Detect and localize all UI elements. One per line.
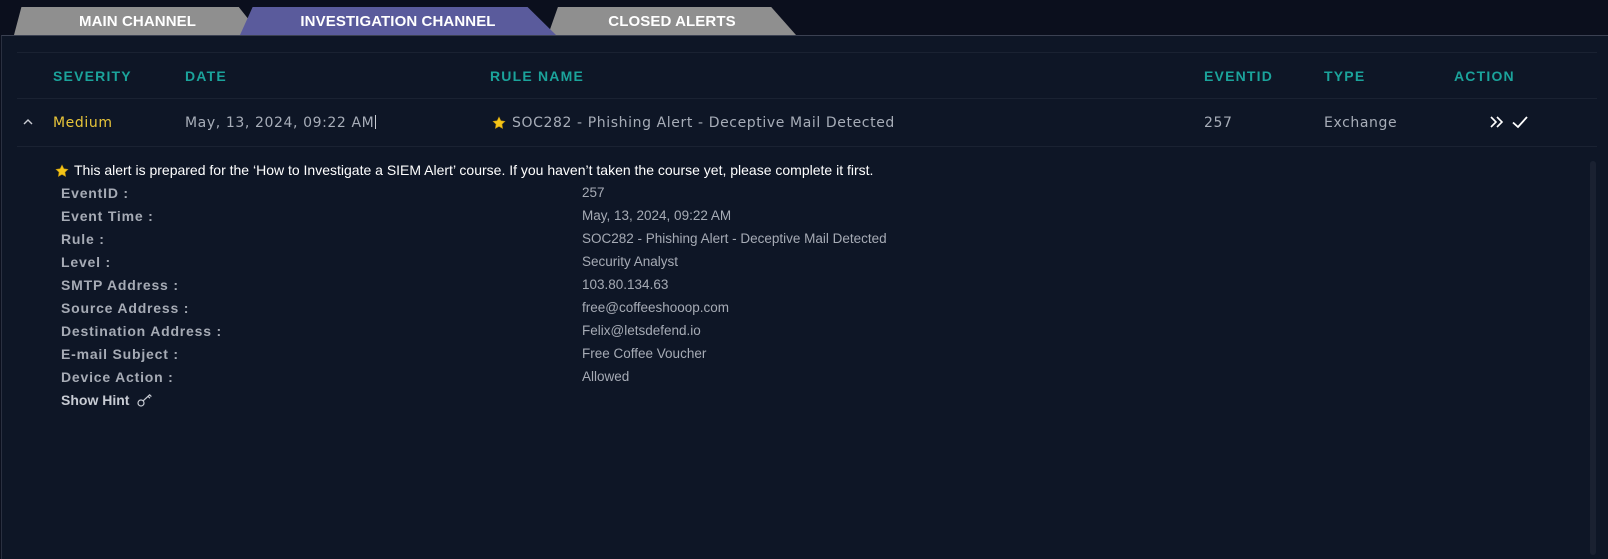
field-value: Free Coffee Voucher	[582, 346, 707, 361]
tab-investigation-channel[interactable]: INVESTIGATION CHANNEL	[240, 7, 556, 35]
field-label: Level :	[61, 254, 111, 270]
column-header-action: ACTION	[1454, 68, 1515, 84]
field-value: Felix@letsdefend.io	[582, 323, 701, 338]
field-label: Device Action :	[61, 369, 174, 385]
detail-rule: Rule : SOC282 - Phishing Alert - Decepti…	[61, 231, 1461, 251]
eventid-value: 257	[1204, 115, 1233, 131]
check-icon[interactable]	[1511, 113, 1529, 135]
double-chevron-right-icon[interactable]	[1489, 113, 1505, 135]
key-icon	[137, 394, 153, 407]
column-header-type[interactable]: TYPE	[1324, 68, 1365, 84]
column-header-eventid[interactable]: EVENTID	[1204, 68, 1273, 84]
detail-eventid: EventID : 257	[61, 185, 1461, 205]
detail-level: Level : Security Analyst	[61, 254, 1461, 274]
table-row[interactable]: Medium May, 13, 2024, 09:22 AM SOC282 - …	[17, 99, 1597, 147]
details-scrollbar[interactable]	[1590, 161, 1596, 555]
detail-smtp-address: SMTP Address : 103.80.134.63	[61, 277, 1461, 297]
text-caret	[375, 115, 377, 129]
type-value: Exchange	[1324, 115, 1398, 131]
channel-tabs: MAIN CHANNEL CLOSED ALERTS INVESTIGATION…	[0, 0, 1608, 36]
tab-label: CLOSED ALERTS	[608, 12, 736, 30]
field-label: Source Address :	[61, 300, 190, 316]
notice-text: This alert is prepared for the ‘How to I…	[74, 162, 874, 178]
field-value: Security Analyst	[582, 254, 679, 269]
star-icon	[55, 164, 69, 177]
field-value: Allowed	[582, 369, 630, 384]
field-label: SMTP Address :	[61, 277, 179, 293]
rule-name-cell: SOC282 - Phishing Alert - Deceptive Mail…	[492, 115, 895, 131]
field-value: SOC282 - Phishing Alert - Deceptive Mail…	[582, 231, 887, 246]
field-value: May, 13, 2024, 09:22 AM	[582, 208, 732, 223]
chevron-up-icon[interactable]	[23, 111, 33, 131]
show-hint-button[interactable]: Show Hint	[61, 392, 153, 408]
detail-email-subject: E-mail Subject : Free Coffee Voucher	[61, 346, 1461, 366]
course-notice: This alert is prepared for the ‘How to I…	[55, 162, 873, 178]
alerts-panel: SEVERITY DATE RULE NAME EVENTID TYPE ACT…	[1, 35, 1608, 559]
field-label: E-mail Subject :	[61, 346, 179, 362]
column-header-severity[interactable]: SEVERITY	[53, 68, 132, 84]
detail-device-action: Device Action : Allowed	[61, 369, 1461, 389]
star-icon	[492, 116, 506, 129]
detail-source-address: Source Address : free@coffeeshooop.com	[61, 300, 1461, 320]
field-value: 103.80.134.63	[582, 277, 669, 292]
column-header-date[interactable]: DATE	[185, 68, 227, 84]
tab-closed-alerts[interactable]: CLOSED ALERTS	[548, 7, 796, 35]
action-icons	[1489, 113, 1529, 135]
show-hint-label: Show Hint	[61, 392, 130, 408]
field-label: Event Time :	[61, 208, 154, 224]
tab-main-channel[interactable]: MAIN CHANNEL	[14, 7, 261, 35]
date-text: May, 13, 2024, 09:22 AM	[185, 115, 375, 131]
table-header: SEVERITY DATE RULE NAME EVENTID TYPE ACT…	[17, 52, 1597, 99]
detail-destination-address: Destination Address : Felix@letsdefend.i…	[61, 323, 1461, 343]
field-label: Destination Address :	[61, 323, 222, 339]
field-label: EventID :	[61, 185, 129, 201]
date-value: May, 13, 2024, 09:22 AM	[185, 115, 377, 131]
tab-label: INVESTIGATION CHANNEL	[300, 12, 496, 30]
field-label: Rule :	[61, 231, 105, 247]
tab-label: MAIN CHANNEL	[78, 12, 197, 30]
rule-name-value: SOC282 - Phishing Alert - Deceptive Mail…	[512, 115, 895, 131]
column-header-rule-name[interactable]: RULE NAME	[490, 68, 584, 84]
field-value: free@coffeeshooop.com	[582, 300, 730, 315]
field-value: 257	[582, 185, 605, 200]
severity-value: Medium	[53, 115, 113, 131]
detail-event-time: Event Time : May, 13, 2024, 09:22 AM	[61, 208, 1461, 228]
